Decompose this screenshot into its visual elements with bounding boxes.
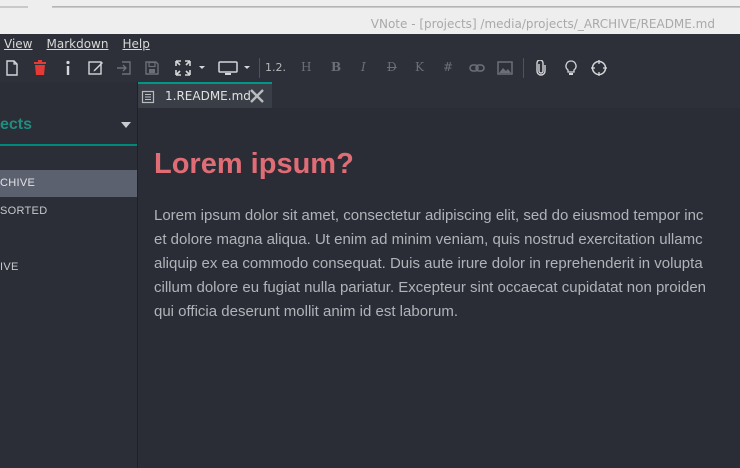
paragraph-line: et dolore magna aliqua. Ut enim ad minim…: [154, 231, 703, 248]
italic-button[interactable]: I: [361, 60, 366, 74]
notebook-selector[interactable]: ects: [0, 110, 137, 146]
markdown-preview[interactable]: Lorem ipsum? Lorem ipsum dolor sit amet,…: [139, 108, 740, 468]
monitor-icon: [218, 61, 250, 75]
title-bar: VNote - [projects] /media/projects/_ARCH…: [0, 0, 740, 34]
exit-edit-icon: [117, 61, 131, 75]
menu-bar: View Markdown Help: [0, 34, 740, 54]
document-paragraph: Lorem ipsum dolor sit amet, consectetur …: [154, 204, 740, 324]
tab-readme[interactable]: 1.README.md: [138, 82, 272, 108]
universal-entry-button[interactable]: [589, 58, 609, 78]
close-icon[interactable]: [249, 88, 265, 104]
chevron-down-icon: [121, 122, 131, 128]
lightbulb-icon: [565, 60, 577, 75]
link-icon: [469, 64, 485, 72]
toolbar-separator: [523, 58, 524, 78]
heading-button[interactable]: H: [301, 60, 311, 74]
notebook-panel: ects CHIVE SORTED IVE: [0, 82, 138, 468]
document-heading: Lorem ipsum?: [154, 148, 354, 180]
attachment-button[interactable]: [531, 58, 551, 78]
document-icon: [141, 90, 155, 104]
toolbar-separator: [259, 58, 260, 78]
target-icon: [591, 60, 607, 76]
trash-icon: [34, 60, 46, 75]
window-frame-edge: [52, 6, 740, 8]
new-file-icon: [6, 60, 18, 76]
folder-item[interactable]: CHIVE: [0, 170, 137, 197]
menu-view[interactable]: View: [0, 37, 38, 51]
notebook-name: ects: [0, 116, 33, 133]
menu-markdown[interactable]: Markdown: [38, 37, 114, 51]
tab-bar: 1.README.md: [138, 82, 740, 108]
paperclip-icon: [536, 60, 546, 76]
bold-button[interactable]: B: [331, 60, 341, 74]
paragraph-line: Lorem ipsum dolor sit amet, consectetur …: [154, 207, 704, 224]
window-frame-edge: [0, 6, 28, 8]
heading-level-indicator[interactable]: 1.2.: [265, 61, 286, 74]
exit-edit-button[interactable]: [114, 58, 134, 78]
folder-item[interactable]: IVE: [0, 254, 137, 281]
paragraph-line: aliquip ex ea commodo consequat. Duis au…: [154, 255, 703, 272]
edit-note-button[interactable]: [86, 58, 106, 78]
toolbar: 1.2. H B I D K #: [0, 54, 740, 82]
strikethrough-button[interactable]: D: [387, 60, 397, 74]
menu-markdown-label: Markdown: [46, 37, 109, 51]
new-note-button[interactable]: [2, 58, 22, 78]
tag-button[interactable]: #: [443, 60, 453, 74]
view-mode-button[interactable]: [217, 58, 253, 78]
expand-icon: [175, 60, 205, 76]
menu-view-label: View: [4, 37, 33, 51]
menu-help-label: Help: [122, 37, 150, 51]
save-button[interactable]: [142, 58, 162, 78]
inline-code-button[interactable]: K: [415, 60, 424, 74]
menu-help[interactable]: Help: [114, 37, 155, 51]
paragraph-line: cillum dolore eu fugiat nulla pariatur. …: [154, 279, 707, 296]
folder-item[interactable]: SORTED: [0, 198, 137, 225]
paragraph-line: qui officia deserunt mollit anim id est …: [154, 303, 459, 320]
image-icon: [497, 61, 513, 75]
edit-icon: [88, 61, 103, 75]
insert-link-button[interactable]: [467, 58, 487, 78]
tab-label: 1.README.md: [165, 89, 251, 103]
expand-mode-button[interactable]: [173, 58, 207, 78]
save-icon: [145, 61, 159, 75]
note-info-button[interactable]: [58, 58, 78, 78]
info-icon: [66, 60, 70, 75]
delete-note-button[interactable]: [30, 58, 50, 78]
tips-button[interactable]: [561, 58, 581, 78]
window-title: VNote - [projects] /media/projects/_ARCH…: [370, 17, 715, 31]
insert-image-button[interactable]: [495, 58, 515, 78]
